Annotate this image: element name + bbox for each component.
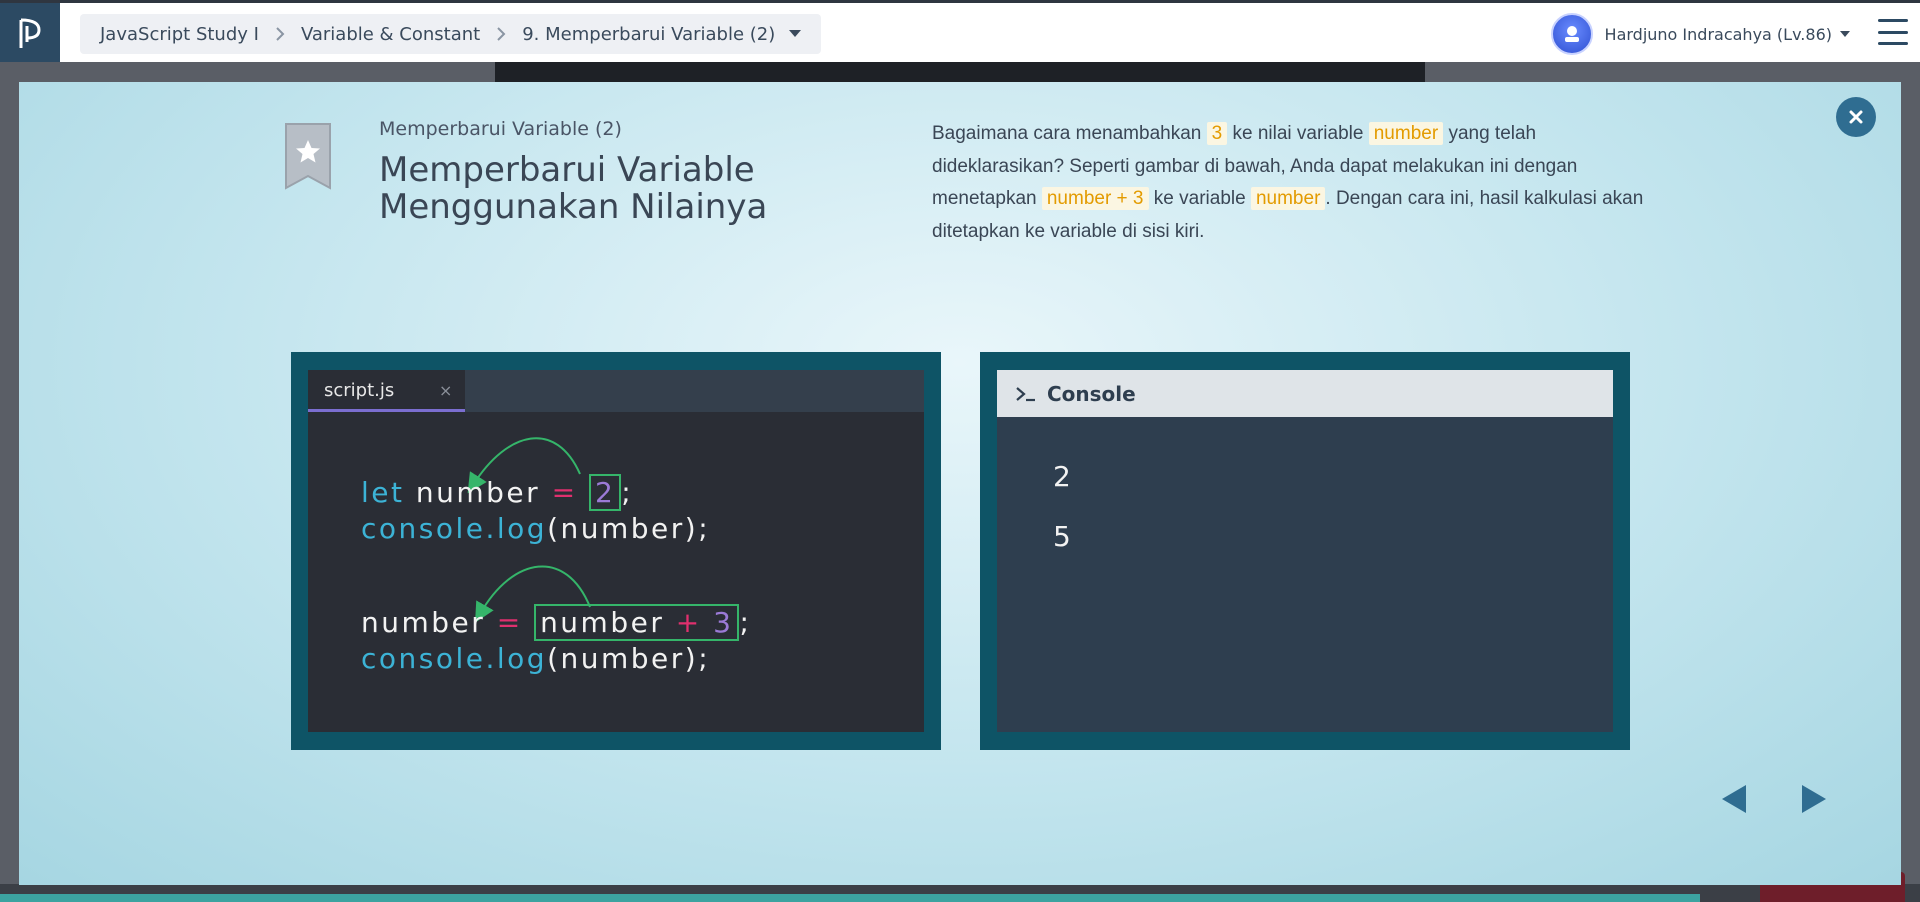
progate-logo-icon[interactable] — [0, 3, 60, 62]
breadcrumb: JavaScript Study I Variable & Constant 9… — [80, 14, 822, 54]
chevron-right-icon — [275, 26, 285, 42]
terminal-prompt-icon — [1016, 386, 1035, 401]
caret-down-icon[interactable] — [1840, 30, 1850, 38]
console-output-line: 2 — [1053, 460, 1071, 493]
triangle-right-icon — [1802, 785, 1826, 813]
console-panel: Console 2 5 — [997, 370, 1613, 732]
inline-code-highlight: number — [1368, 122, 1444, 145]
code-editor: script.js × let number = 2; console.log(… — [308, 370, 924, 732]
inline-code-highlight: 3 — [1206, 122, 1228, 145]
console-header: Console — [997, 370, 1613, 417]
user-name[interactable]: Hardjuno Indracahya (Lv.86) — [1605, 25, 1832, 44]
breadcrumb-item-course[interactable]: JavaScript Study I — [100, 24, 259, 45]
background-video-strip — [495, 62, 1425, 82]
previous-slide-button[interactable] — [1716, 779, 1756, 819]
slide-description: Bagaimana cara menambahkan 3 ke nilai va… — [932, 118, 1652, 248]
description-text: ke nilai variable — [1232, 123, 1364, 144]
inline-code-highlight: number — [1250, 187, 1326, 210]
breadcrumb-item-slide[interactable]: 9. Memperbarui Variable (2) — [522, 24, 775, 45]
close-button[interactable] — [1836, 97, 1876, 137]
slide-title-line: Menggunakan Nilainya — [379, 187, 768, 227]
user-menu[interactable]: Hardjuno Indracahya (Lv.86) — [1550, 13, 1850, 55]
inline-code-highlight: number + 3 — [1041, 187, 1149, 210]
description-text: ke variable — [1153, 188, 1246, 209]
code-line-1: let number = 2; — [361, 474, 634, 511]
console-frame: Console 2 5 — [980, 352, 1630, 750]
console-output-line: 5 — [1053, 520, 1071, 553]
hamburger-menu-icon[interactable] — [1878, 19, 1908, 45]
expression-box: number + 3 — [534, 604, 740, 641]
slide-modal: Memperbarui Variable (2) Memperbarui Var… — [19, 82, 1901, 885]
caret-down-icon[interactable] — [789, 30, 802, 38]
slide-title: Memperbarui Variable Menggunakan Nilainy… — [379, 152, 899, 226]
triangle-left-icon — [1722, 785, 1746, 813]
slide-title-line: Memperbarui Variable — [379, 150, 755, 190]
user-avatar-icon[interactable] — [1550, 13, 1593, 55]
next-slide-button[interactable] — [1792, 779, 1832, 819]
code-editor-frame: script.js × let number = 2; console.log(… — [291, 352, 941, 750]
description-text: Bagaimana cara menambahkan — [932, 123, 1202, 144]
code-line-3: number = number + 3; — [361, 604, 752, 641]
top-header: JavaScript Study I Variable & Constant 9… — [0, 0, 1920, 62]
code-line-4: console.log(number); — [361, 642, 711, 675]
value-box: 2 — [588, 474, 622, 511]
progress-strip — [0, 894, 1700, 902]
breadcrumb-item-chapter[interactable]: Variable & Constant — [301, 24, 480, 45]
slide-subtitle: Memperbarui Variable (2) — [379, 118, 622, 140]
chevron-right-icon — [496, 26, 506, 42]
code-line-2: console.log(number); — [361, 512, 711, 545]
assignment-arrows — [467, 437, 591, 623]
bookmark-icon[interactable] — [284, 122, 332, 190]
close-icon — [1849, 110, 1863, 124]
console-title: Console — [1047, 381, 1136, 406]
